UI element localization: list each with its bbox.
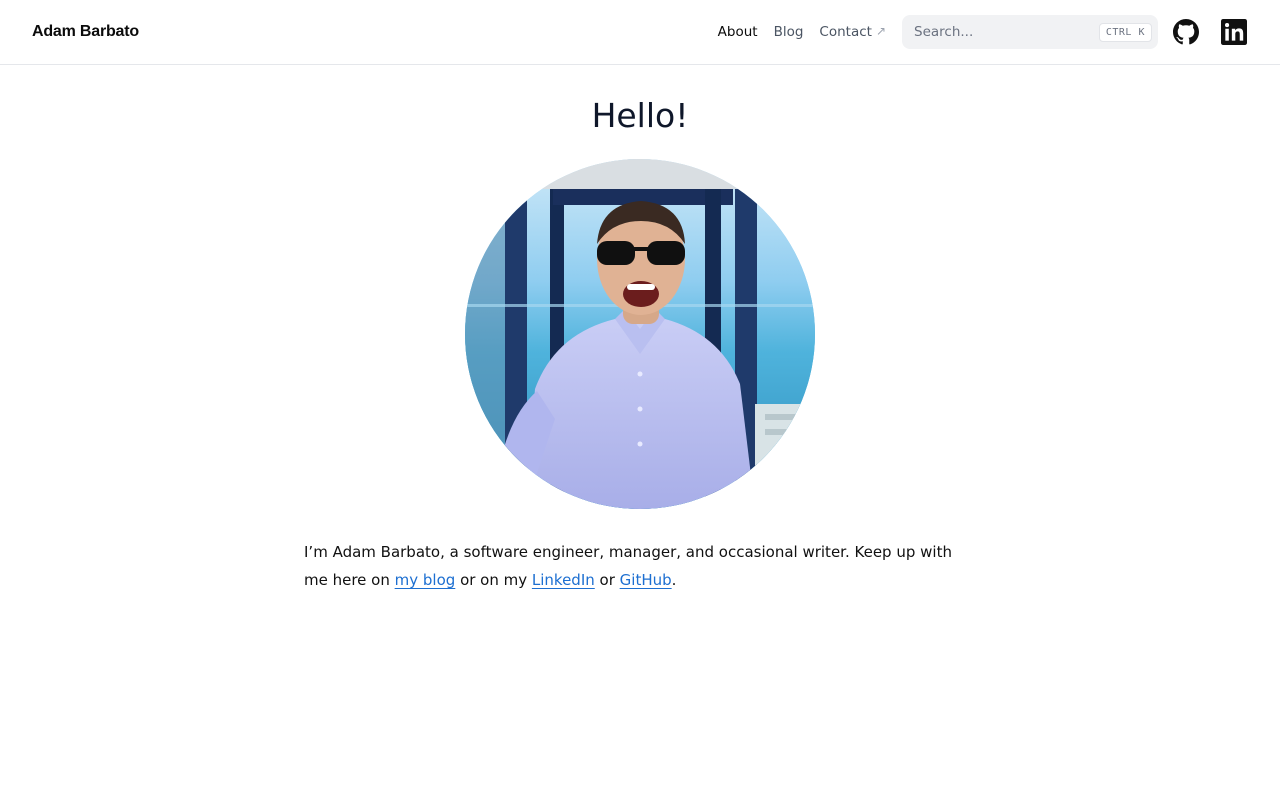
nav-link-blog[interactable]: Blog [774, 24, 804, 40]
linkedin-text-link[interactable]: LinkedIn [532, 571, 595, 589]
shortcut-key: K [1138, 26, 1145, 38]
github-icon [1173, 19, 1199, 45]
external-link-arrow-icon: ↗ [875, 24, 886, 38]
bio-paragraph: I’m Adam Barbato, a software engineer, m… [304, 538, 976, 594]
bio-text-2: or on my [455, 571, 532, 589]
nav-right-group: About Blog Contact ↗ Search... CTRL K [718, 0, 1248, 64]
site-header: Adam Barbato About Blog Contact ↗ Search.… [0, 0, 1280, 65]
nav-link-about[interactable]: About [718, 24, 758, 40]
search-shortcut-badge: CTRL K [1098, 22, 1152, 42]
bio-text-4: . [671, 571, 677, 589]
nav-link-contact-label: Contact [819, 24, 872, 40]
bio-text-3: or [594, 571, 620, 589]
blog-link[interactable]: my blog [395, 571, 456, 589]
nav-link-contact[interactable]: Contact ↗ [819, 24, 886, 40]
main-content: Hello! I’m Adam Barbato, a software engi… [0, 65, 1280, 594]
github-text-link[interactable]: GitHub [620, 571, 672, 589]
search-button[interactable]: Search... CTRL K [902, 15, 1158, 49]
profile-photo [465, 159, 815, 509]
linkedin-link[interactable] [1220, 18, 1248, 46]
search-placeholder: Search... [914, 24, 974, 40]
linkedin-icon [1221, 19, 1247, 45]
page-title: Hello! [591, 96, 689, 135]
github-link[interactable] [1172, 18, 1200, 46]
profile-photo-illustration [465, 159, 815, 509]
main-nav: About Blog Contact ↗ [718, 24, 886, 40]
site-brand-link[interactable]: Adam Barbato [32, 23, 139, 41]
shortcut-ctrl: CTRL [1105, 26, 1132, 38]
